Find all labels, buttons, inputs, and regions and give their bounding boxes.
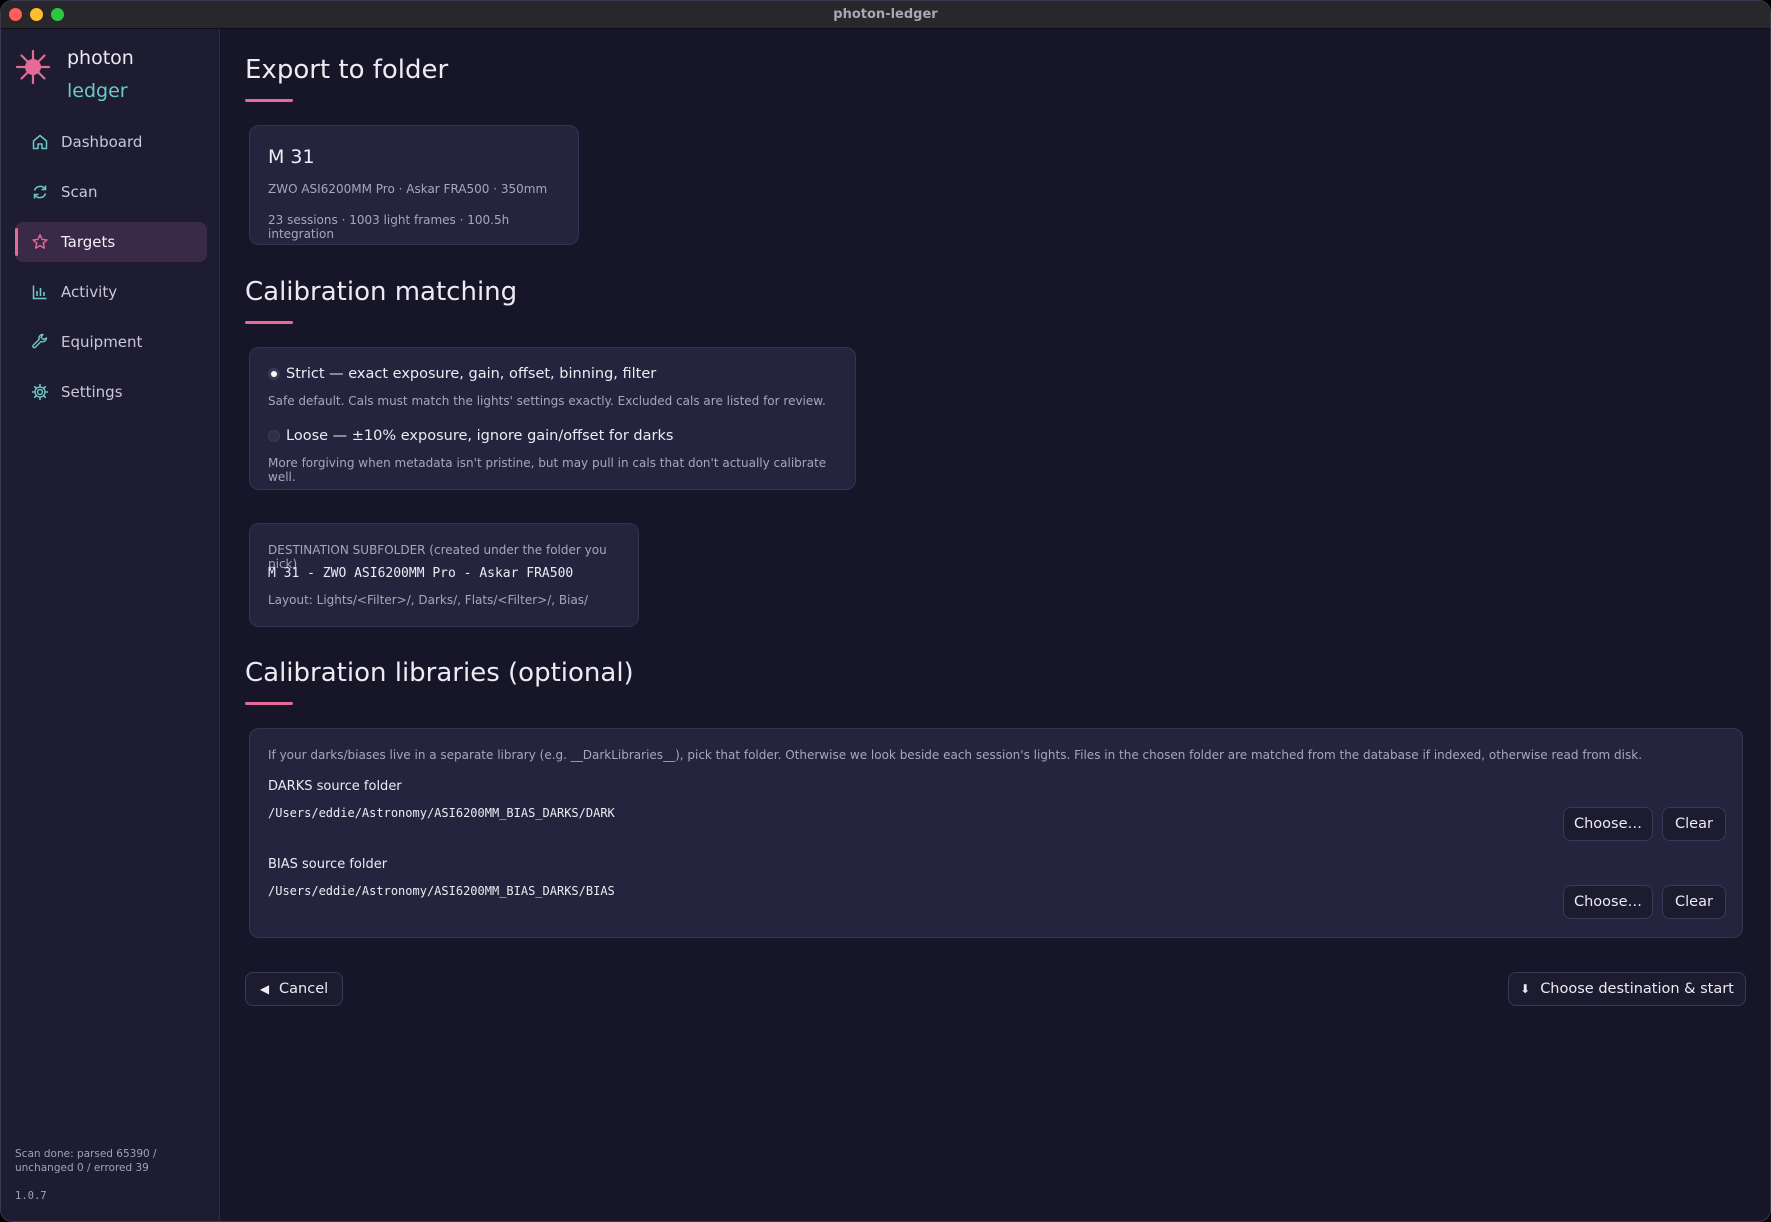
sidebar-item-label: Activity bbox=[61, 283, 118, 301]
darks-path: /Users/eddie/Astronomy/ASI6200MM_BIAS_DA… bbox=[268, 806, 615, 820]
sidebar-item-targets[interactable]: Targets bbox=[15, 222, 207, 262]
scan-status-text: Scan done: parsed 65390 / unchanged 0 / … bbox=[15, 1148, 157, 1174]
destination-layout: Layout: Lights/<Filter>/, Darks/, Flats/… bbox=[268, 593, 589, 607]
target-name: M 31 bbox=[268, 146, 315, 168]
wrench-icon bbox=[31, 333, 49, 351]
heading-underline bbox=[245, 321, 293, 324]
sidebar-item-scan[interactable]: Scan bbox=[15, 172, 207, 212]
libraries-card: If your darks/biases live in a separate … bbox=[249, 728, 1743, 938]
sidebar-item-label: Settings bbox=[61, 383, 123, 401]
sidebar-item-settings[interactable]: Settings bbox=[15, 372, 207, 412]
calibration-options-card: Strict — exact exposure, gain, offset, b… bbox=[249, 347, 856, 490]
bias-path: /Users/eddie/Astronomy/ASI6200MM_BIAS_DA… bbox=[268, 884, 615, 898]
sidebar-item-label: Scan bbox=[61, 183, 98, 201]
sidebar-nav: Dashboard Scan Targets Activity Equipmen… bbox=[15, 122, 207, 422]
loose-option[interactable]: Loose — ±10% exposure, ignore gain/offse… bbox=[268, 428, 673, 444]
download-arrow-icon: ⬇ bbox=[1520, 982, 1531, 996]
libraries-heading: Calibration libraries (optional) bbox=[245, 658, 634, 688]
darks-clear-button[interactable]: Clear bbox=[1662, 807, 1726, 841]
darks-label: DARKS source folder bbox=[268, 779, 402, 794]
destination-card: DESTINATION SUBFOLDER (created under the… bbox=[249, 523, 639, 627]
start-label: Choose destination & start bbox=[1540, 981, 1734, 997]
bias-choose-button[interactable]: Choose… bbox=[1563, 885, 1653, 919]
gear-icon bbox=[31, 383, 49, 401]
refresh-icon bbox=[31, 183, 49, 201]
heading-underline bbox=[245, 702, 293, 705]
back-arrow-icon: ◀ bbox=[259, 982, 270, 996]
option-label: Strict — exact exposure, gain, offset, b… bbox=[286, 366, 657, 382]
sidebar-item-dashboard[interactable]: Dashboard bbox=[15, 122, 207, 162]
target-stats: 23 sessions · 1003 light frames · 100.5h… bbox=[268, 213, 510, 241]
logo-icon bbox=[15, 49, 51, 85]
radio-selected-icon[interactable] bbox=[268, 368, 280, 380]
option-label: Loose — ±10% exposure, ignore gain/offse… bbox=[286, 428, 674, 444]
home-icon bbox=[31, 133, 49, 151]
calibration-heading: Calibration matching bbox=[245, 277, 518, 307]
sidebar-item-activity[interactable]: Activity bbox=[15, 272, 207, 312]
export-heading: Export to folder bbox=[245, 55, 449, 85]
cancel-button[interactable]: ◀ Cancel bbox=[245, 972, 343, 1006]
window-title: photon-ledger bbox=[833, 7, 938, 22]
brand-name-line1: photon bbox=[67, 47, 134, 69]
bias-clear-button[interactable]: Clear bbox=[1662, 885, 1726, 919]
sidebar-item-label: Dashboard bbox=[61, 133, 143, 151]
radio-unselected-icon[interactable] bbox=[268, 430, 280, 442]
main-content: Export to folder M 31 ZWO ASI6200MM Pro … bbox=[221, 29, 1770, 1221]
bar-chart-icon bbox=[31, 283, 49, 301]
app-window: photon-ledger photon ledger Dashboard Sc… bbox=[0, 0, 1771, 1222]
window-controls bbox=[9, 8, 64, 21]
brand-name-line2: ledger bbox=[67, 80, 128, 102]
libraries-note: If your darks/biases live in a separate … bbox=[268, 748, 1643, 762]
heading-underline bbox=[245, 99, 293, 102]
app-version: 1.0.7 bbox=[15, 1190, 47, 1202]
maximize-window-button[interactable] bbox=[51, 8, 64, 21]
sidebar-item-label: Equipment bbox=[61, 333, 143, 351]
bias-label: BIAS source folder bbox=[268, 857, 388, 872]
choose-destination-start-button[interactable]: ⬇ Choose destination & start bbox=[1508, 972, 1746, 1006]
option-description: More forgiving when metadata isn't prist… bbox=[268, 456, 827, 484]
option-description: Safe default. Cals must match the lights… bbox=[268, 394, 826, 408]
title-bar: photon-ledger bbox=[1, 1, 1770, 29]
close-window-button[interactable] bbox=[9, 8, 22, 21]
target-summary-card: M 31 ZWO ASI6200MM Pro · Askar FRA500 · … bbox=[249, 125, 579, 245]
sidebar-item-label: Targets bbox=[61, 233, 116, 251]
star-icon bbox=[31, 233, 49, 251]
destination-path: M 31 - ZWO ASI6200MM Pro - Askar FRA500 bbox=[268, 566, 574, 581]
target-equipment: ZWO ASI6200MM Pro · Askar FRA500 · 350mm bbox=[268, 182, 548, 196]
cancel-label: Cancel bbox=[279, 981, 329, 997]
minimize-window-button[interactable] bbox=[30, 8, 43, 21]
sidebar-item-equipment[interactable]: Equipment bbox=[15, 322, 207, 362]
darks-choose-button[interactable]: Choose… bbox=[1563, 807, 1653, 841]
strict-option[interactable]: Strict — exact exposure, gain, offset, b… bbox=[268, 366, 656, 382]
sidebar: photon ledger Dashboard Scan Targets Act… bbox=[1, 29, 220, 1221]
